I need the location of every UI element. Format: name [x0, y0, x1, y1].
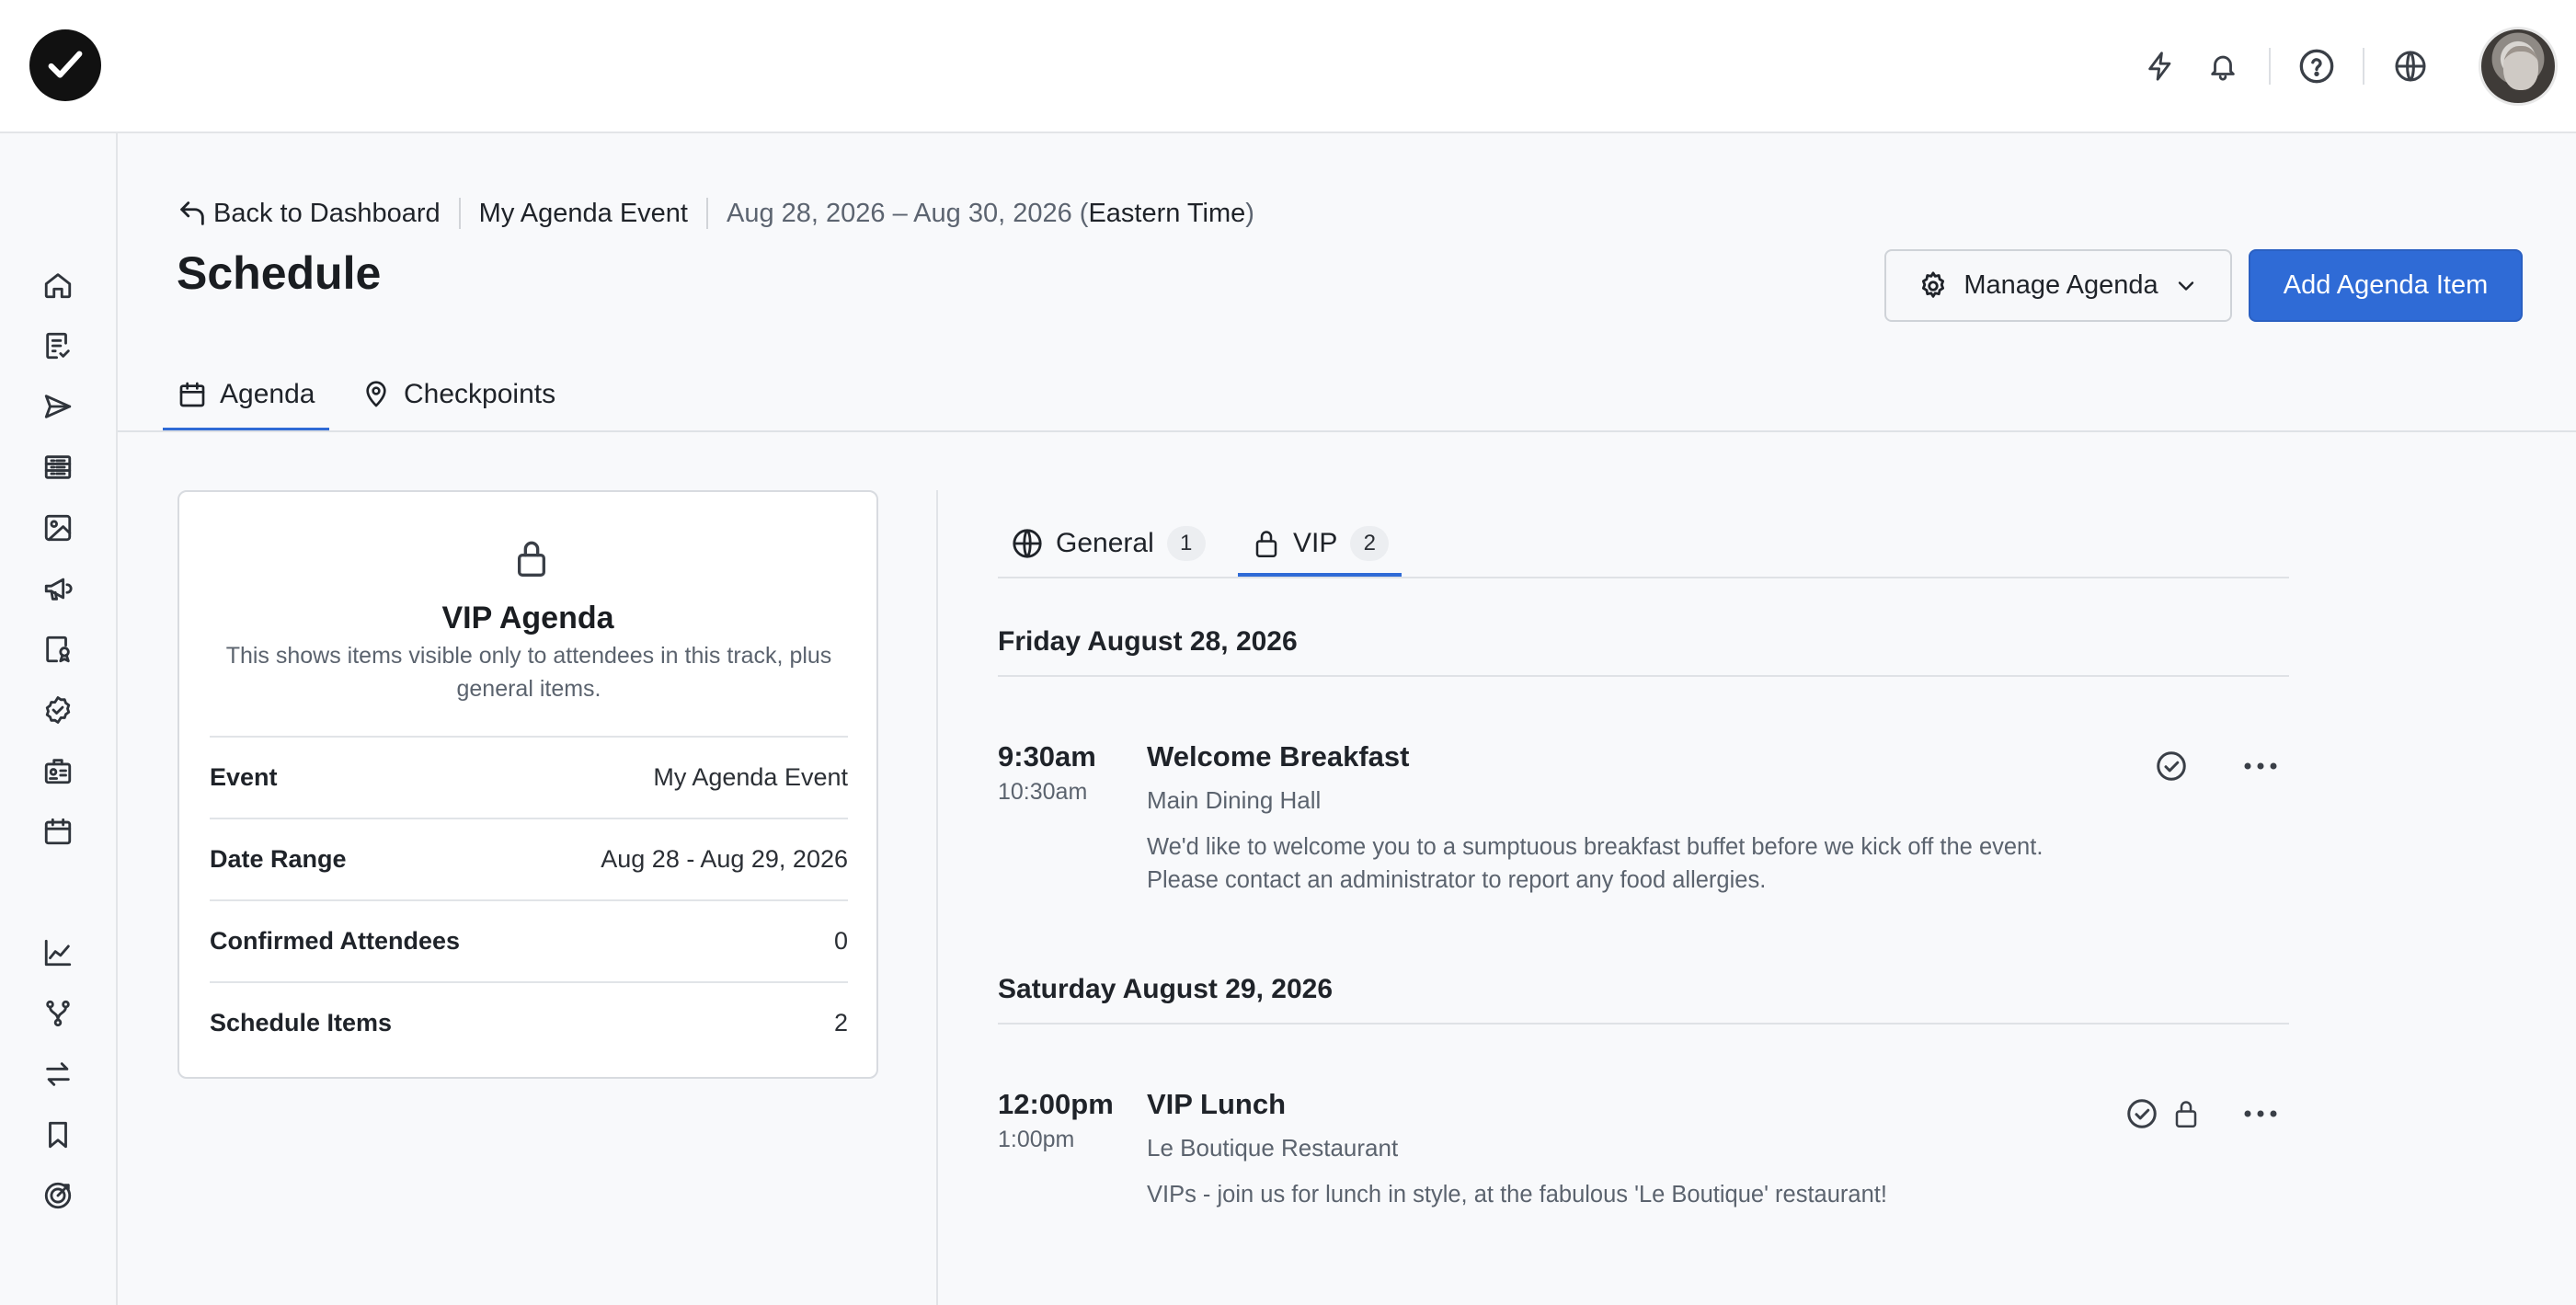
- home-icon[interactable]: [31, 258, 85, 312]
- divider: [2363, 48, 2364, 85]
- track-info-card: VIP Agenda This shows items visible only…: [177, 490, 878, 1079]
- calendar-icon: [179, 382, 205, 407]
- track-tab-label: VIP: [1293, 528, 1338, 558]
- day-divider: [998, 675, 2289, 677]
- item-description-line: VIPs - join us for lunch in style, at th…: [1147, 1182, 1887, 1208]
- back-link-label: Back to Dashboard: [213, 198, 441, 228]
- badge-icon[interactable]: [31, 623, 85, 676]
- calendar-icon[interactable]: [31, 805, 85, 858]
- app-logo-icon[interactable]: [29, 29, 101, 101]
- breadcrumb-paren: ): [1245, 198, 1254, 228]
- target-icon[interactable]: [31, 1169, 85, 1222]
- card-description: This shows items visible only to attende…: [225, 643, 832, 702]
- track-tab-general[interactable]: General 1: [1012, 510, 1206, 577]
- lightning-icon[interactable]: [2133, 39, 2188, 94]
- breadcrumb-event-name[interactable]: My Agenda Event: [479, 199, 688, 229]
- breadcrumb: Back to Dashboard My Agenda Event Aug 28…: [177, 195, 1254, 232]
- branch-icon[interactable]: [31, 987, 85, 1040]
- chart-icon[interactable]: [31, 926, 85, 979]
- lock-icon: [513, 538, 550, 578]
- send-icon[interactable]: [31, 380, 85, 433]
- count-badge: 1: [1166, 526, 1206, 561]
- item-description: VIPs - join us for lunch in style, at th…: [1147, 1178, 2103, 1211]
- row-value: My Agenda Event: [653, 763, 848, 791]
- chevron-down-icon: [2178, 280, 2193, 291]
- item-title[interactable]: Welcome Breakfast: [1147, 740, 1409, 773]
- item-end-time: 1:00pm: [998, 1127, 1075, 1152]
- row-value: 0: [833, 927, 848, 955]
- item-location: Main Dining Hall: [1147, 786, 1322, 814]
- more-options-icon[interactable]: [2240, 746, 2281, 786]
- image-icon[interactable]: [31, 501, 85, 555]
- globe-icon[interactable]: [2383, 39, 2438, 94]
- day-heading: Friday August 28, 2026: [998, 626, 1298, 657]
- tab-checkpoints-label: Checkpoints: [404, 379, 556, 409]
- check-circle-icon[interactable]: [2122, 1093, 2162, 1134]
- check-badge-icon[interactable]: [31, 683, 85, 737]
- item-description-line: Please contact an administrator to repor…: [1147, 867, 1767, 893]
- card-row-confirmed-attendees: Confirmed Attendees 0: [210, 899, 848, 981]
- row-value: Aug 28 - Aug 29, 2026: [601, 845, 848, 873]
- day-heading: Saturday August 29, 2026: [998, 974, 1334, 1004]
- card-row-event: Event My Agenda Event: [210, 736, 848, 818]
- back-to-dashboard-link[interactable]: Back to Dashboard: [177, 198, 441, 229]
- tab-agenda-label: Agenda: [220, 379, 315, 409]
- row-key: Schedule Items: [210, 1009, 393, 1036]
- transfer-icon[interactable]: [31, 1047, 85, 1101]
- item-start-time: 9:30am: [998, 740, 1096, 773]
- back-arrow-icon: [180, 201, 204, 225]
- breadcrumb-date-range: Aug 28, 2026 – Aug 30, 2026 (: [726, 198, 1089, 228]
- row-key: Confirmed Attendees: [210, 927, 461, 955]
- row-key: Event: [210, 763, 278, 791]
- id-card-icon[interactable]: [31, 744, 85, 797]
- list-icon[interactable]: [31, 441, 85, 494]
- breadcrumb-divider: [705, 198, 708, 229]
- registration-icon[interactable]: [31, 319, 85, 372]
- item-end-time: 10:30am: [998, 779, 1088, 805]
- map-pin-icon: [366, 381, 386, 407]
- globe-icon: [1013, 529, 1042, 558]
- manage-agenda-button[interactable]: Manage Agenda: [1884, 249, 2232, 322]
- bookmark-icon[interactable]: [31, 1108, 85, 1162]
- lock-icon: [2166, 1093, 2206, 1134]
- breadcrumb-divider: [458, 198, 461, 229]
- item-location: Le Boutique Restaurant: [1147, 1134, 1399, 1162]
- track-tab-vip[interactable]: VIP 2: [1237, 510, 1402, 577]
- divider: [2269, 48, 2271, 85]
- lock-icon: [1255, 531, 1277, 557]
- item-start-time: 12:00pm: [998, 1088, 1114, 1120]
- breadcrumb-timezone: Eastern Time: [1088, 198, 1246, 228]
- top-bar: [0, 0, 2576, 133]
- help-icon[interactable]: [2289, 39, 2344, 94]
- item-description-line: We'd like to welcome you to a sumptuous …: [1147, 834, 2044, 860]
- count-badge: 2: [1350, 526, 1390, 561]
- track-tab-label: General: [1056, 528, 1154, 558]
- column-divider: [936, 490, 938, 1305]
- tab-checkpoints[interactable]: Checkpoints: [361, 359, 555, 430]
- check-circle-icon[interactable]: [2151, 746, 2192, 786]
- card-row-date-range: Date Range Aug 28 - Aug 29, 2026: [210, 818, 848, 899]
- row-key: Date Range: [210, 845, 347, 873]
- card-title: VIP Agenda: [441, 601, 614, 635]
- tab-agenda[interactable]: Agenda: [162, 359, 330, 431]
- bell-icon[interactable]: [2195, 39, 2250, 94]
- item-title[interactable]: VIP Lunch: [1147, 1088, 1286, 1121]
- item-description: We'd like to welcome you to a sumptuous …: [1147, 830, 2103, 897]
- day-divider: [998, 1023, 2289, 1025]
- add-agenda-item-button[interactable]: Add Agenda Item: [2249, 249, 2523, 322]
- track-tabs-divider: [998, 577, 2289, 578]
- gear-icon: [1922, 270, 1945, 298]
- row-value: 2: [833, 1009, 848, 1036]
- page-title: Schedule: [177, 247, 382, 299]
- megaphone-icon[interactable]: [31, 562, 85, 615]
- card-row-schedule-items: Schedule Items 2: [210, 981, 848, 1063]
- tabs-divider: [118, 430, 2576, 432]
- more-options-icon[interactable]: [2240, 1093, 2281, 1134]
- left-nav: [0, 133, 118, 1305]
- user-avatar[interactable]: [2479, 27, 2558, 106]
- manage-agenda-label: Manage Agenda: [1963, 270, 2158, 300]
